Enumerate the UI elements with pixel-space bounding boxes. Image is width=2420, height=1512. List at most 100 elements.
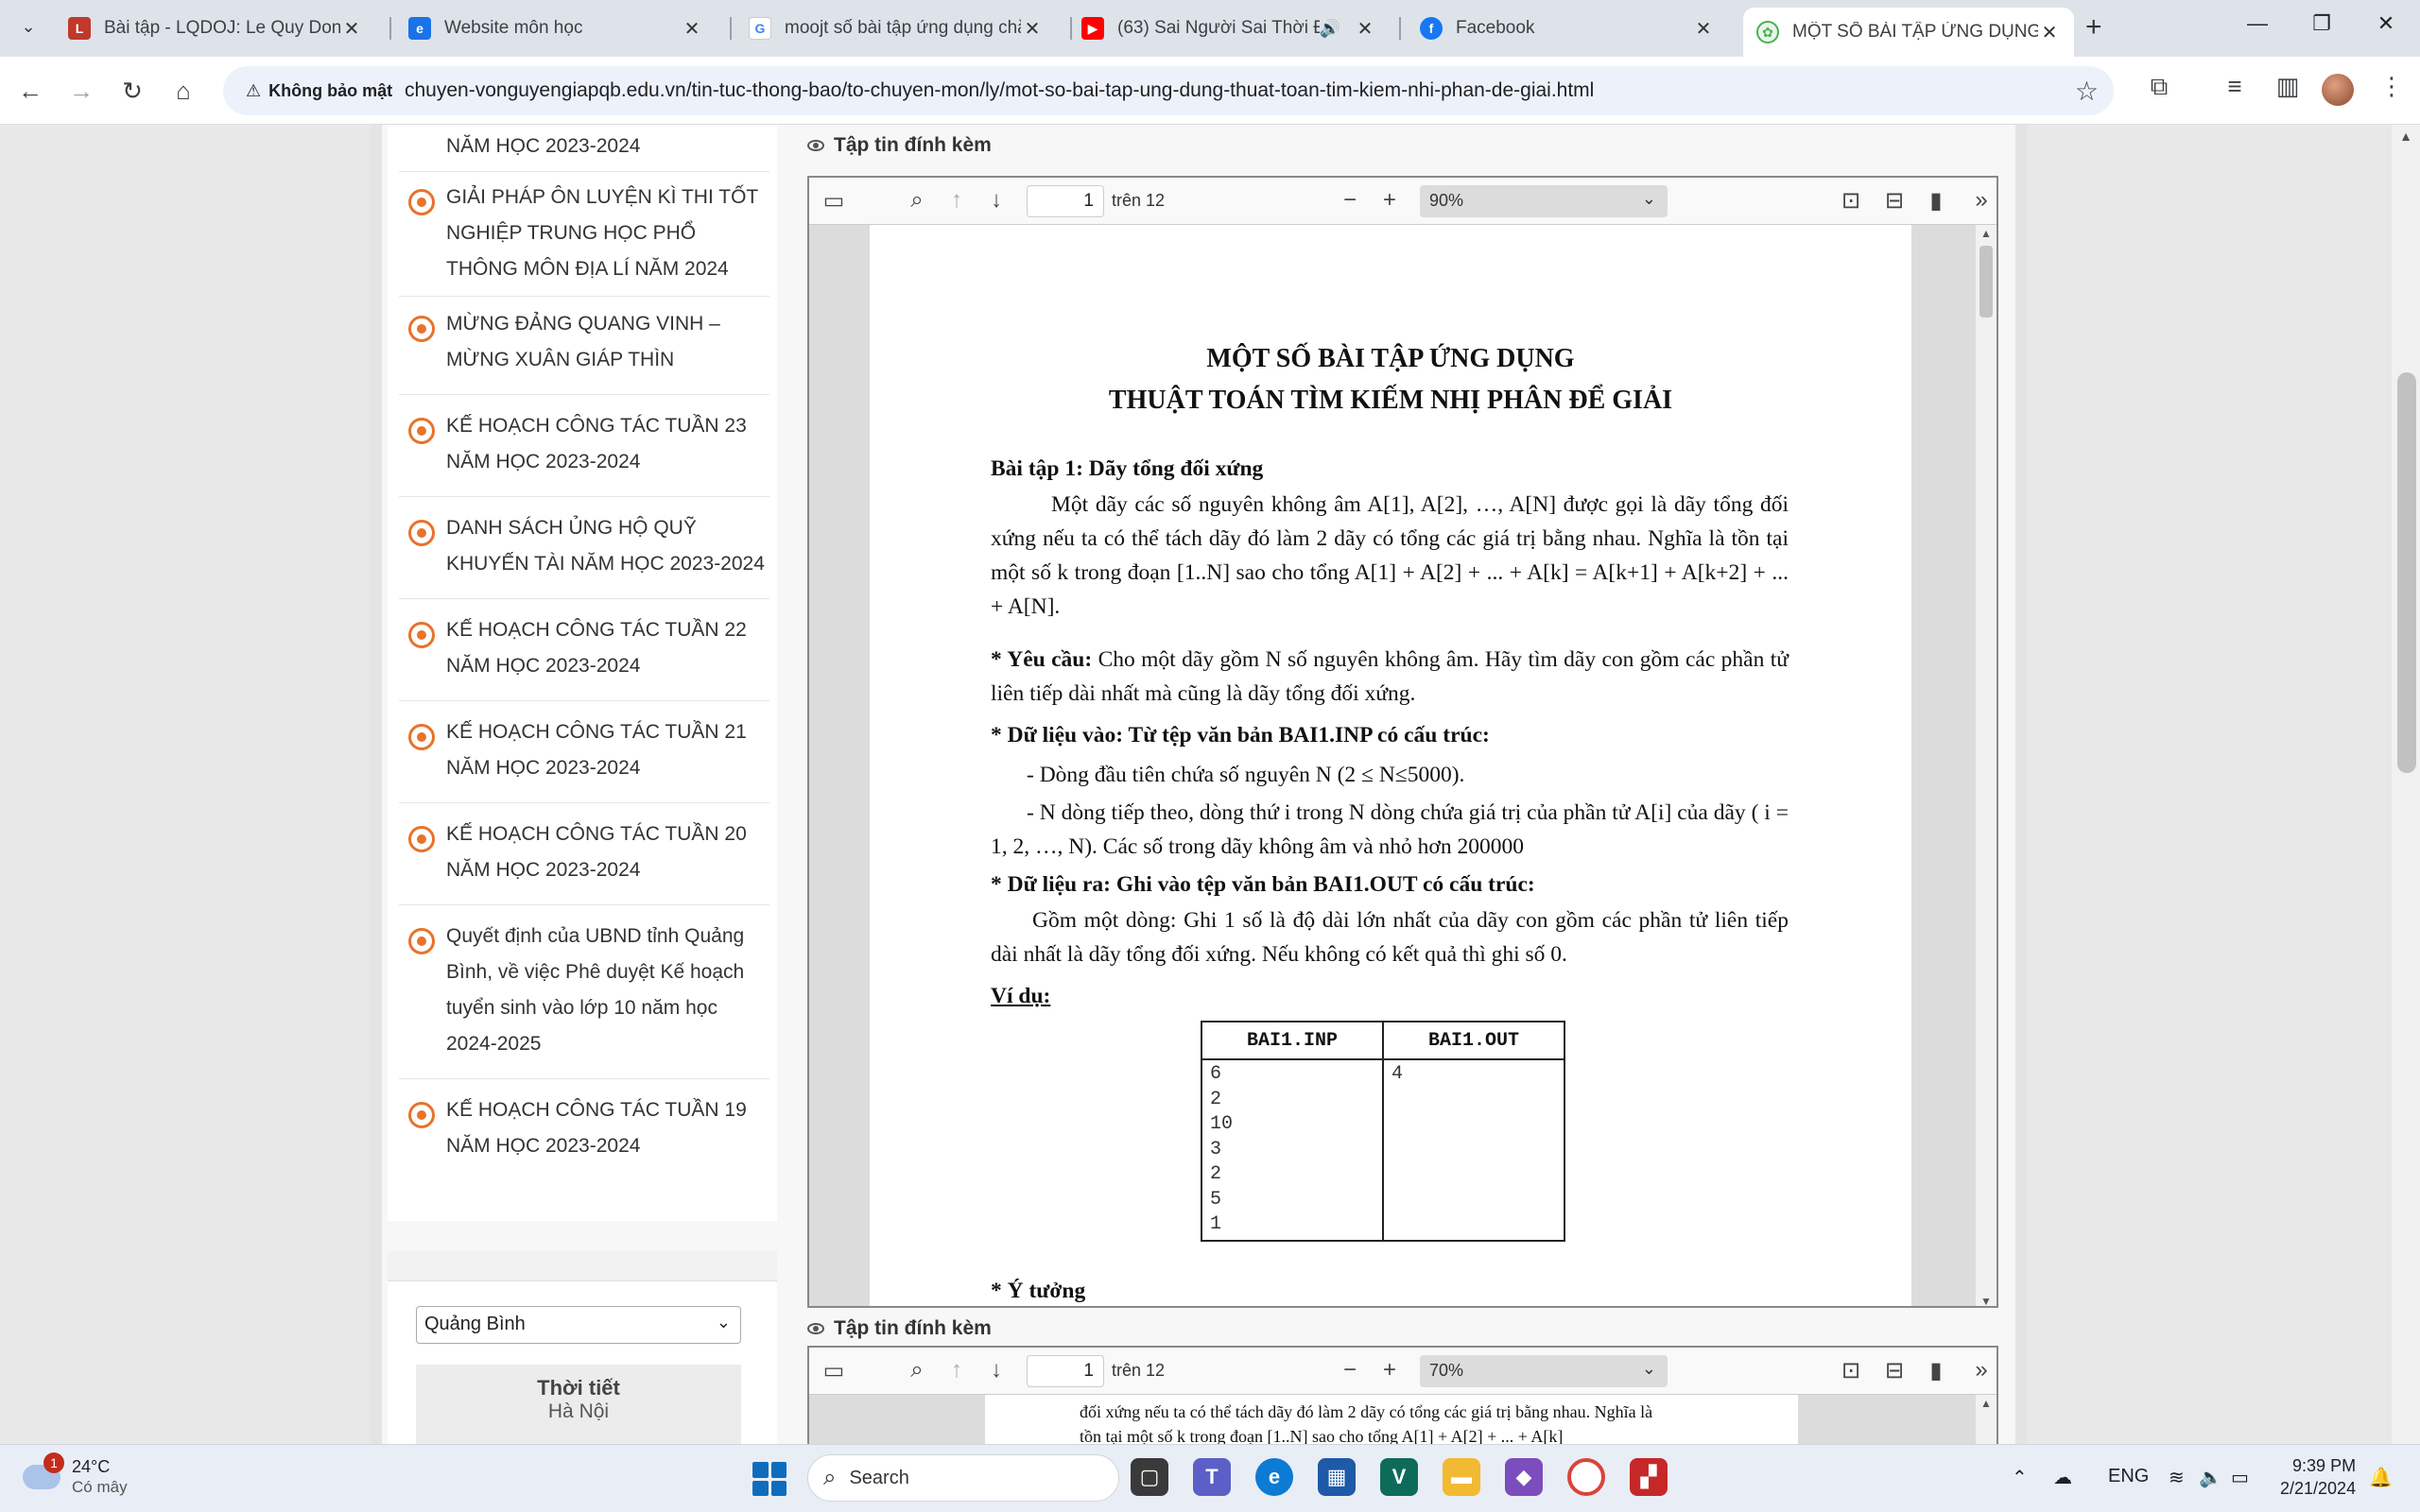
address-bar[interactable]: ⚠ Không bảo mật chuyen-vonguyengiapqb.ed… <box>223 66 2114 115</box>
app-icon[interactable]: V <box>1380 1458 1418 1496</box>
tab-search-button[interactable]: ⌄ <box>13 11 43 42</box>
wifi-icon[interactable]: ≋ <box>2169 1466 2185 1489</box>
url-text[interactable]: chuyen-vonguyengiapqb.edu.vn/tin-tuc-tho… <box>405 79 1594 102</box>
open-file-icon[interactable]: ⊟ <box>1879 1357 1910 1384</box>
news-item[interactable]: KẾ HOẠCH CÔNG TÁC TUẦN 19 NĂM HỌC 2023-20… <box>399 1096 769 1181</box>
new-tab-button[interactable]: + <box>2085 11 2102 43</box>
browser-tab[interactable]: e Website môn học ✕ <box>395 8 717 49</box>
zoom-out-icon[interactable]: − <box>1335 187 1365 214</box>
chevron-up-icon[interactable]: ⌃ <box>2012 1466 2028 1489</box>
close-tab-icon[interactable]: ✕ <box>1692 17 1715 41</box>
news-link[interactable]: MỪNG ĐẢNG QUANG VINH – MỪNG XUÂN GIÁP THÌ… <box>446 306 768 378</box>
news-link[interactable]: KẾ HOẠCH CÔNG TÁC TUẦN 23 NĂM HỌC 2023-20… <box>446 408 768 480</box>
news-link[interactable]: KẾ HOẠCH CÔNG TÁC TUẦN 20 NĂM HỌC 2023-20… <box>446 816 768 888</box>
reload-button[interactable]: ↻ <box>113 72 151 110</box>
restore-button[interactable]: ❐ <box>2303 11 2341 36</box>
news-link[interactable]: KẾ HOẠCH CÔNG TÁC TUẦN 22 NĂM HỌC 2023-20… <box>446 612 768 684</box>
page-number-input[interactable]: 1 <box>1027 1355 1104 1387</box>
tools-chevron-icon[interactable]: » <box>1966 1357 1996 1383</box>
news-link[interactable]: KẾ HOẠCH CÔNG TÁC TUẦN 19 NĂM HỌC 2023-20… <box>446 1092 768 1164</box>
scroll-up-icon[interactable]: ▲ <box>2392 129 2420 144</box>
arrow-down-icon[interactable]: ↓ <box>981 187 1011 214</box>
zoom-select[interactable]: 70% ⌄ <box>1420 1355 1668 1387</box>
news-link[interactable]: DANH SÁCH ỦNG HỘ QUỸ KHUYẾN TÀI NĂM HỌC 2… <box>446 510 768 582</box>
onedrive-icon[interactable]: ☁ <box>2053 1466 2072 1489</box>
page-number-input[interactable]: 1 <box>1027 185 1104 217</box>
forward-button[interactable]: → <box>62 72 100 110</box>
store-icon[interactable]: ▦ <box>1318 1458 1356 1496</box>
scroll-down-icon[interactable]: ▼ <box>1976 1295 1996 1306</box>
browser-tab[interactable]: G moojt số bài tập ứng dụng chặ ✕ <box>735 8 1057 49</box>
profile-avatar[interactable] <box>2322 74 2354 106</box>
province-select[interactable]: Quảng Bình ⌄ <box>416 1306 741 1344</box>
arrow-down-icon[interactable]: ↓ <box>981 1357 1011 1383</box>
media-control-icon[interactable]: ≡ <box>2216 72 2254 101</box>
menu-kebab-icon[interactable]: ⋮ <box>2373 72 2411 101</box>
teams-icon[interactable]: T <box>1193 1458 1231 1496</box>
language-indicator[interactable]: ENG <box>2108 1466 2149 1487</box>
minimize-button[interactable]: — <box>2238 11 2276 36</box>
scroll-up-icon[interactable]: ▲ <box>1976 1397 1996 1410</box>
bookmark-icon[interactable]: ▮ <box>1921 187 1951 215</box>
pdf-scrollbar[interactable]: ▲ <box>1976 1395 1996 1444</box>
close-tab-icon[interactable]: ✕ <box>681 17 703 41</box>
volume-icon[interactable]: 🔈 <box>2199 1466 2222 1489</box>
zoom-in-icon[interactable]: + <box>1374 187 1405 214</box>
extensions-icon[interactable]: ⧉ <box>2140 72 2178 102</box>
news-link[interactable]: NĂM HỌC 2023-2024 <box>446 129 768 164</box>
sidebar-toggle-icon[interactable]: ▭ <box>819 187 849 215</box>
search-icon[interactable]: ⌕ <box>902 1357 932 1383</box>
home-button[interactable]: ⌂ <box>164 72 202 110</box>
close-window-button[interactable]: ✕ <box>2367 11 2405 36</box>
browser-tab[interactable]: L Bài tập - LQDOJ: Le Quy Don O ✕ <box>55 8 376 49</box>
battery-icon[interactable]: ▭ <box>2231 1466 2249 1489</box>
arrow-up-icon[interactable]: ↑ <box>942 187 972 214</box>
chrome-icon[interactable] <box>1567 1458 1605 1496</box>
bookmark-star-icon[interactable]: ☆ <box>2075 76 2099 107</box>
bookmark-icon[interactable]: ▮ <box>1921 1357 1951 1384</box>
clock[interactable]: 9:39 PM 2/21/2024 <box>2280 1454 2356 1500</box>
edge-icon[interactable]: e <box>1255 1458 1293 1496</box>
browser-tab[interactable]: ▶ (63) Sai Người Sai Thời Điểm 🔊 ✕ <box>1068 8 1390 49</box>
pdf-scrollbar[interactable]: ▲ ▼ <box>1976 225 1996 1306</box>
back-button[interactable]: ← <box>11 72 49 110</box>
news-item[interactable]: Quyết định của UBND tỉnh Quảng Bình, về v… <box>399 922 769 1079</box>
scroll-up-icon[interactable]: ▲ <box>1976 227 1996 240</box>
pdf-viewer[interactable]: ▭ ⌕ ↑ ↓ 1 trên 12 − + 70% ⌄ ⊡ ⊟ ▮ » đối … <box>807 1346 1998 1444</box>
news-link[interactable]: KẾ HOẠCH CÔNG TÁC TUẦN 21 NĂM HỌC 2023-20… <box>446 714 768 786</box>
app-icon[interactable]: ▞ <box>1630 1458 1668 1496</box>
arrow-up-icon[interactable]: ↑ <box>942 1357 972 1383</box>
start-button[interactable] <box>752 1462 786 1496</box>
news-item[interactable]: NĂM HỌC 2023-2024 <box>399 125 769 172</box>
search-icon[interactable]: ⌕ <box>902 187 932 214</box>
pdf-viewer[interactable]: ▭ ⌕ ↑ ↓ 1 trên 12 − + 90% ⌄ ⊡ ⊟ ▮ » MỘT … <box>807 176 1998 1308</box>
presentation-icon[interactable]: ⊡ <box>1836 187 1866 215</box>
news-link[interactable]: GIẢI PHÁP ÔN LUYỆN KÌ THI TỐT NGHIỆP TRUN… <box>446 180 768 287</box>
close-tab-icon[interactable]: ✕ <box>2038 21 2061 44</box>
scroll-thumb[interactable] <box>2397 372 2416 773</box>
side-panel-icon[interactable]: ▥ <box>2269 72 2307 101</box>
zoom-select[interactable]: 90% ⌄ <box>1420 185 1668 217</box>
news-item[interactable]: KẾ HOẠCH CÔNG TÁC TUẦN 22 NĂM HỌC 2023-20… <box>399 616 769 701</box>
sidebar-toggle-icon[interactable]: ▭ <box>819 1357 849 1384</box>
close-tab-icon[interactable]: ✕ <box>1354 17 1376 41</box>
tools-chevron-icon[interactable]: » <box>1966 187 1996 214</box>
news-item[interactable]: DANH SÁCH ỦNG HỘ QUỸ KHUYẾN TÀI NĂM HỌC 2… <box>399 514 769 599</box>
news-item[interactable]: KẾ HOẠCH CÔNG TÁC TUẦN 20 NĂM HỌC 2023-20… <box>399 820 769 905</box>
browser-tab[interactable]: f Facebook ✕ <box>1407 8 1728 49</box>
news-item[interactable]: KẾ HOẠCH CÔNG TÁC TUẦN 23 NĂM HỌC 2023-20… <box>399 412 769 497</box>
speaker-icon[interactable]: 🔊 <box>1320 19 1340 39</box>
file-explorer-icon[interactable]: ▬ <box>1443 1458 1480 1496</box>
presentation-icon[interactable]: ⊡ <box>1836 1357 1866 1384</box>
news-item[interactable]: GIẢI PHÁP ÔN LUYỆN KÌ THI TỐT NGHIỆP TRUN… <box>399 183 769 297</box>
news-item[interactable]: KẾ HOẠCH CÔNG TÁC TUẦN 21 NĂM HỌC 2023-20… <box>399 718 769 803</box>
weather-widget-button[interactable]: 24°C Có mây <box>23 1456 128 1498</box>
close-tab-icon[interactable]: ✕ <box>1021 17 1044 41</box>
news-item[interactable]: MỪNG ĐẢNG QUANG VINH – MỪNG XUÂN GIÁP THÌ… <box>399 310 769 395</box>
task-view-icon[interactable]: ▢ <box>1131 1458 1168 1496</box>
page-scrollbar[interactable]: ▲ <box>2392 125 2420 1444</box>
close-tab-icon[interactable]: ✕ <box>340 17 363 41</box>
zoom-out-icon[interactable]: − <box>1335 1357 1365 1383</box>
site-info-button[interactable]: ⚠ Không bảo mật <box>234 74 404 108</box>
notification-bell-icon[interactable]: 🔔 <box>2369 1466 2393 1489</box>
